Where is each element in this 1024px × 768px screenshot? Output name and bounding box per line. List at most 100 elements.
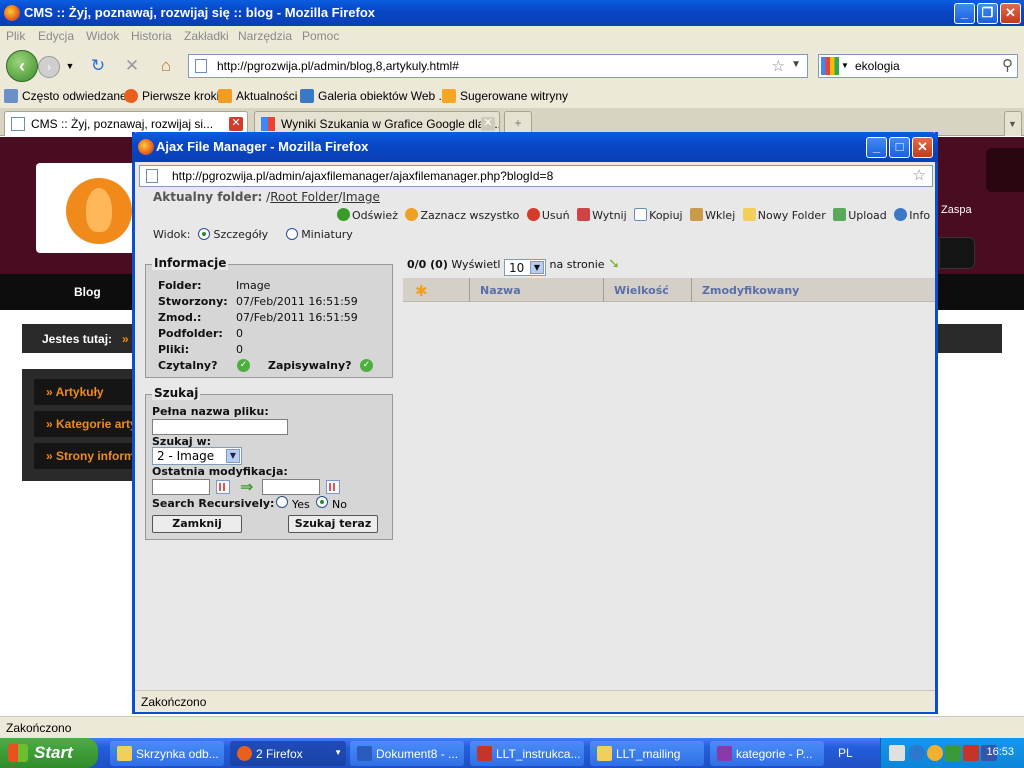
view-thumbnails-label: Miniatury [301,228,353,241]
info-label: Stworzony: [158,295,228,308]
arrow-icon[interactable] [909,745,925,761]
copy-button[interactable]: Kopiuj [634,208,683,222]
select-all-button[interactable]: Zaznacz wszystko [405,208,519,222]
info-panel: Informacje Folder: Image Stworzony: 07/F… [145,256,393,378]
search-icon[interactable]: ⚲ [1002,56,1013,74]
start-button[interactable]: Start [0,738,98,768]
menu-edit[interactable]: Edycja [38,29,74,43]
bookmark-getting-started[interactable]: Pierwsze kroki [124,89,219,103]
modified-from-input[interactable] [152,479,210,495]
task-firefox[interactable]: 2 Firefox ▼ [230,741,346,766]
forward-button[interactable]: › [38,56,60,78]
popup-minimize-button[interactable]: _ [866,137,887,158]
page-icon [195,59,207,73]
per-page-select[interactable]: 10 ▼ [504,259,546,276]
refresh-button[interactable]: Odśwież [337,208,398,222]
file-manager-window: Ajax File Manager - Mozilla Firefox _ □ … [132,132,938,714]
close-tab-icon[interactable]: ✕ [481,117,495,131]
popup-close-button[interactable]: ✕ [912,137,933,158]
bookmarks-toolbar: Często odwiedzane Pierwsze kroki Aktualn… [0,86,1024,108]
address-bar[interactable]: http://pgrozwija.pl/admin/blog,8,artykul… [188,54,808,78]
search-in-select[interactable]: 2 - Image ▼ [152,447,242,465]
reload-icon[interactable]: ↻ [88,56,108,76]
engine-dropdown-icon[interactable]: ▼ [841,61,849,70]
bookmark-web-gallery[interactable]: Galeria obiektów Web ... [300,89,449,103]
modified-to-input[interactable] [262,479,320,495]
menu-file[interactable]: Plik [6,29,25,43]
site-nav-blog[interactable]: Blog [74,285,101,299]
minimize-button[interactable]: _ [954,3,975,24]
sidebar-item-info-pages[interactable]: » Strony informacyjne [34,443,142,469]
delete-button[interactable]: Usuń [526,208,570,222]
go-arrow-icon[interactable]: ➘ [608,256,620,272]
recursive-no-radio[interactable] [316,496,328,508]
view-thumbnails-radio[interactable] [285,228,298,240]
image-folder-link[interactable]: Image [342,190,380,204]
close-button[interactable]: ✕ [1000,3,1021,24]
popup-address-bar[interactable]: http://pgrozwija.pl/admin/ajaxfilemanage… [139,165,933,187]
clock-app-icon[interactable] [927,745,943,761]
info-button[interactable]: Info [894,208,930,222]
menu-view[interactable]: Widok [86,29,119,43]
bookmark-label: Aktualności [236,89,298,103]
tab-list-icon[interactable]: ▼ [1004,111,1022,136]
url-dropdown-icon[interactable]: ▼ [791,59,801,70]
bookmark-news[interactable]: Aktualności [218,89,297,103]
task-mail[interactable]: Skrzynka odb... [110,741,224,766]
search-text: ekologia [855,59,900,73]
butterfly-logo-icon[interactable] [66,178,132,244]
bookmark-star-icon[interactable]: ☆ [772,57,785,75]
column-size[interactable]: Wielkość [603,278,691,302]
sidebar-item-articles[interactable]: » Artykuły [34,379,142,405]
close-tab-icon[interactable]: ✕ [229,117,243,131]
keyboard-icon[interactable] [889,745,905,761]
task-paint[interactable]: kategorie - P... [710,741,824,766]
cut-button[interactable]: Wytnij [577,208,627,222]
task-pdf[interactable]: LLT_instrukca... [470,741,584,766]
popup-maximize-button[interactable]: □ [889,137,910,158]
search-now-button[interactable]: Szukaj teraz [288,515,378,533]
new-folder-button[interactable]: Nowy Folder [742,208,826,222]
column-modified[interactable]: Zmodyfikowany [691,278,935,302]
menu-tools[interactable]: Narzędzia [238,29,292,43]
select-column-header[interactable]: ✱ [403,278,469,302]
recursive-yes-radio[interactable] [276,496,288,508]
bookmark-star-icon[interactable]: ☆ [913,166,926,184]
home-icon[interactable]: ⌂ [156,56,176,76]
task-folder[interactable]: LLT_mailing [590,741,704,766]
bookmark-suggested-sites[interactable]: Sugerowane witryny [442,89,568,103]
bookmark-label: Galeria obiektów Web ... [318,89,449,103]
calendar-icon[interactable] [326,480,340,494]
sidebar-item-categories[interactable]: » Kategorie artykułów [34,411,142,437]
restore-button[interactable]: ❐ [977,3,998,24]
paste-button[interactable]: Wklej [690,208,735,222]
column-name[interactable]: Nazwa [469,278,603,302]
paging-controls: 0/0 (0) Wyświetl 10 ▼ na stronie ➘ [407,256,620,276]
task-word-doc[interactable]: Dokument8 - ... [350,741,464,766]
menu-history[interactable]: Historia [131,29,172,43]
history-dropdown-icon[interactable]: ▼ [60,56,80,76]
bookmark-most-visited[interactable]: Często odwiedzane [4,89,127,103]
root-folder-link[interactable]: Root Folder [270,190,338,204]
google-icon[interactable] [821,57,839,75]
site-search-button[interactable] [939,237,975,269]
close-button[interactable]: Zamknij [152,515,242,533]
search-box[interactable]: ▼ ekologia ⚲ [818,54,1018,78]
breadcrumb-arrow: » [122,332,129,346]
network-icon[interactable] [945,745,961,761]
popup-title-bar: Ajax File Manager - Mozilla Firefox _ □ … [132,132,938,162]
upload-icon [833,208,847,221]
view-label: Widok: [153,228,191,241]
antivirus-icon[interactable] [963,745,979,761]
menu-help[interactable]: Pomoc [302,29,339,43]
upload-button[interactable]: Upload [833,208,887,222]
per-page-label: na stronie [549,258,605,271]
view-details-radio[interactable] [197,228,210,240]
filename-input[interactable] [152,419,288,435]
stop-icon[interactable]: ✕ [122,56,142,76]
back-button[interactable]: ‹ [6,50,38,82]
language-indicator[interactable]: PL [838,746,853,760]
toolbar-label: Nowy Folder [757,209,826,222]
calendar-icon[interactable] [216,480,230,494]
menu-bookmarks[interactable]: Zakładki [184,29,229,43]
